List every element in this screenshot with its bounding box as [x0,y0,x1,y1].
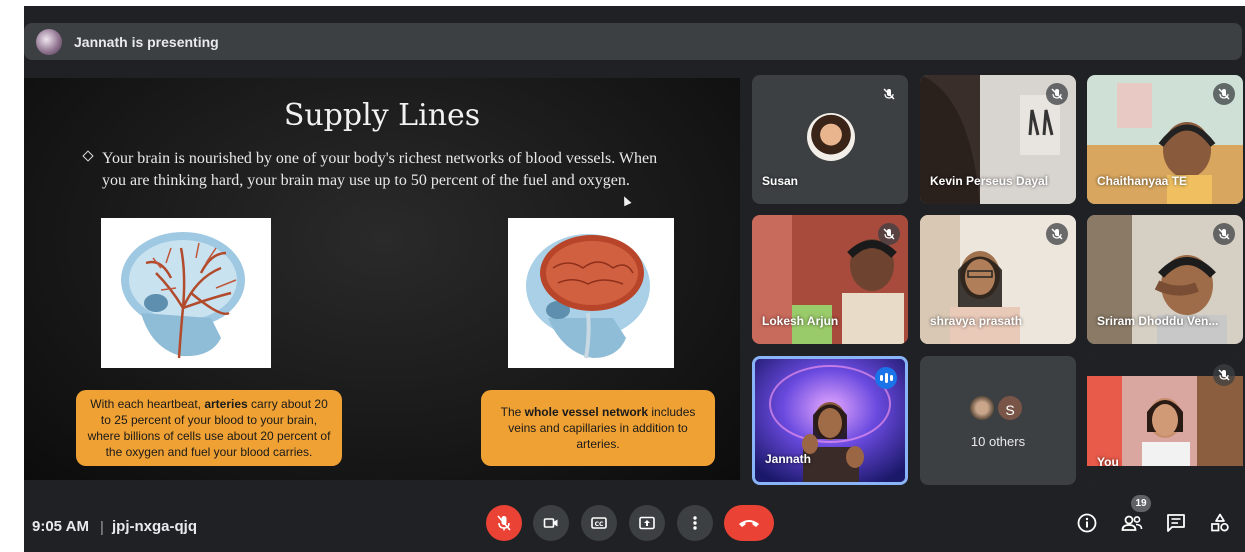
present-screen-icon [639,516,655,530]
captions-button[interactable]: CC [581,505,617,541]
people-icon [1121,515,1143,531]
participant-tile-jannath[interactable]: Jannath [752,356,908,485]
chat-button[interactable] [1163,510,1189,536]
vessel-network-callout: The whole vessel network includes veins … [481,390,715,466]
participant-name: Chaithanyaa TE [1097,174,1188,188]
bullet-text: Your brain is nourished by one of your b… [102,150,658,189]
others-label: 10 others [970,434,1026,449]
arteries-callout-text: With each heartbeat, arteries carry abou… [86,396,332,460]
meet-window: Jannath is presenting Supply Lines Your … [24,6,1245,552]
activities-button[interactable] [1207,510,1233,536]
more-options-button[interactable] [677,505,713,541]
more-vert-icon [693,516,697,530]
callout-text-bold: arteries [204,397,248,411]
mic-off-icon [1213,223,1235,245]
mic-off-icon [497,515,511,531]
presentation-slide: Supply Lines Your brain is nourished by … [24,78,740,480]
participant-tile-chaithanyaa[interactable]: Chaithanyaa TE [1087,75,1243,204]
mic-off-icon [1213,364,1235,386]
participant-name: Sriram Dhoddu Ven... [1097,314,1219,328]
camera-toggle-button[interactable] [533,505,569,541]
participant-name: You [1097,455,1119,469]
slide-bullet: Your brain is nourished by one of your b… [82,148,684,192]
participant-name: shravya prasath [930,314,1023,328]
mouse-cursor-icon [620,194,632,207]
callout-text-pre: With each heartbeat, [90,397,205,411]
arteries-callout: With each heartbeat, arteries carry abou… [76,390,342,466]
activities-icon [1211,513,1229,532]
closed-captions-icon: CC [591,517,607,529]
bottom-bar: 9:05 AM | jpj-nxga-qjq CC 19 [24,495,1245,552]
presenting-text: Jannath is presenting [74,33,219,50]
mic-off-icon [878,83,900,105]
info-icon [1077,513,1097,533]
participant-tile-susan[interactable]: Susan [752,75,908,204]
mic-off-icon [1046,83,1068,105]
divider: | [100,519,104,536]
participant-name: Susan [762,174,799,188]
camera-icon [543,518,558,528]
participant-tile-kevin[interactable]: Kevin Perseus Dayal [920,75,1076,204]
presenter-avatar [36,28,62,55]
participant-tile-sriram[interactable]: Sriram Dhoddu Ven... [1087,215,1243,344]
callout-text-pre: The [500,405,525,419]
mic-off-icon [1046,223,1068,245]
participant-tile-lokesh[interactable]: Lokesh Arjun [752,215,908,344]
show-everyone-button[interactable] [1119,510,1145,536]
participant-tile-you[interactable]: You [1087,356,1243,485]
participant-tile-shravya[interactable]: shravya prasath [920,215,1076,344]
callout-text-bold: whole vessel network [524,405,649,419]
meeting-details-button[interactable] [1074,510,1100,536]
mic-off-icon [878,223,900,245]
brain-arteries-image [101,218,271,368]
meeting-time: 9:05 AM [32,518,89,535]
leave-call-button[interactable] [724,505,774,541]
chat-icon [1167,514,1185,532]
avatar: S [996,394,1024,422]
end-call-icon [739,520,759,527]
participant-name: Jannath [765,452,812,466]
avatar [807,113,855,161]
meeting-code: jpj-nxga-qjq [112,518,197,535]
brain-vessel-network-image [508,218,674,368]
speaking-indicator-icon [875,367,897,389]
others-avatars: S [968,394,1028,422]
svg-text:CC: CC [595,521,604,528]
vessel-callout-text: The whole vessel network includes veins … [491,404,705,452]
avatar [968,394,996,422]
participant-name: Kevin Perseus Dayal [930,174,1049,188]
present-now-button[interactable] [629,505,665,541]
microphone-toggle-button[interactable] [486,505,522,541]
participant-tile-others[interactable]: S 10 others [920,356,1076,485]
presenting-banner: Jannath is presenting [24,23,1242,60]
slide-title: Supply Lines [283,98,481,133]
participant-name: Lokesh Arjun [762,314,839,328]
mic-off-icon [1213,83,1235,105]
